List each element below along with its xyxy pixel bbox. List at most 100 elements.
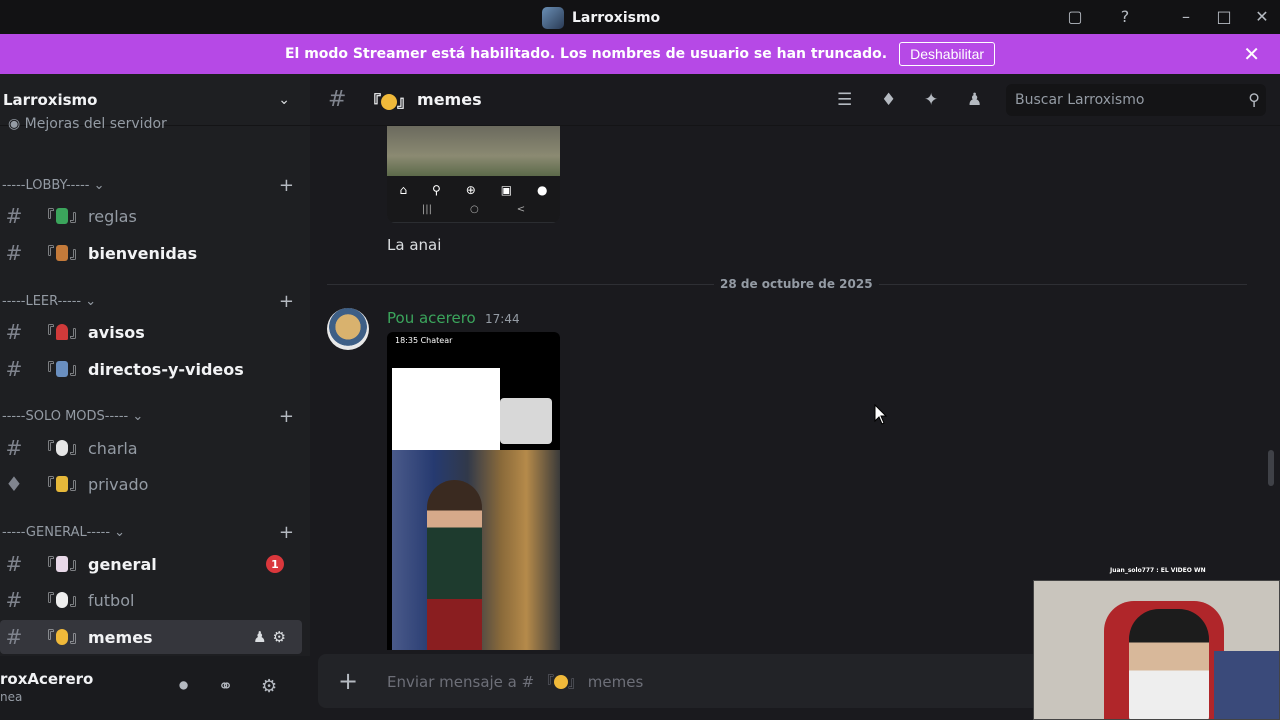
hash-icon: # xyxy=(5,625,23,649)
channel-label: charla xyxy=(88,438,138,458)
channel-label: general xyxy=(88,554,157,574)
chevron-down-icon: ⌄ xyxy=(114,524,126,540)
close-icon[interactable]: ✕ xyxy=(1243,42,1260,66)
close-window-icon[interactable]: ✕ xyxy=(1251,6,1273,28)
channel-title-text: memes xyxy=(417,90,482,109)
minimize-icon[interactable]: – xyxy=(1175,6,1197,28)
pin-icon[interactable]: ✦ xyxy=(924,90,938,110)
check-emoji-icon: 『』 xyxy=(40,208,84,225)
streamer-mode-banner: El modo Streamer está habilitado. Los no… xyxy=(0,34,1280,74)
search-placeholder: Buscar Larroxismo xyxy=(1015,92,1145,108)
add-channel-icon[interactable]: + xyxy=(279,522,294,543)
message-author[interactable]: Pou acerero xyxy=(387,309,476,327)
title-bar: Larroxismo ▢ ? – □ ✕ xyxy=(0,0,1280,34)
laugh-emoji-icon: 『』 xyxy=(40,629,84,646)
app-title: Larroxismo xyxy=(542,7,660,29)
disable-streamer-button[interactable]: Deshabilitar xyxy=(899,42,996,66)
streamer xyxy=(1129,609,1209,719)
video-attachment[interactable]: 18:35 Chatear xyxy=(387,332,560,650)
message-timestamp: 17:44 xyxy=(485,312,520,326)
back-icon: < xyxy=(516,204,526,215)
mention-badge: 1 xyxy=(266,555,284,573)
username[interactable]: roxAcerero xyxy=(0,670,93,688)
user-panel: roxAcerero nea ⚫ ⚭ ⚙ xyxy=(0,656,310,720)
chevron-down-icon: ⌄ xyxy=(85,293,97,309)
mail-emoji-icon: 『』 xyxy=(40,556,84,573)
channel-general[interactable]: # 『』 general 1 xyxy=(0,547,302,581)
video-status-bar: 18:35 Chatear xyxy=(395,336,453,345)
microphone-icon[interactable]: ⚫ xyxy=(176,676,191,697)
channel-directos-y-videos[interactable]: # 『』 directos-y-videos xyxy=(0,352,302,386)
channel-label: bienvenidas xyxy=(88,243,198,263)
siren-emoji-icon: 『』 xyxy=(40,324,84,341)
add-channel-icon[interactable]: + xyxy=(279,175,294,196)
channel-charla[interactable]: # 『』 charla xyxy=(0,431,302,465)
channel-bienvenidas[interactable]: # 『』 bienvenidas xyxy=(0,236,302,270)
channel-label: reglas xyxy=(88,206,137,226)
channel-header: # 『』 memes ☰ ♦ ✦ ♟ Buscar Larroxismo ⚲ xyxy=(310,74,1280,126)
server-avatar xyxy=(542,7,564,29)
banner-message: El modo Streamer está habilitado. Los no… xyxy=(284,46,888,62)
channel-label: avisos xyxy=(88,322,145,342)
channel-reglas[interactable]: # 『』 reglas xyxy=(0,199,302,233)
boost-label: Mejoras del servidor xyxy=(24,116,167,132)
composer-placeholder: Enviar mensaje a # 『』 memes xyxy=(387,672,644,691)
help-icon[interactable]: ? xyxy=(1114,6,1136,28)
threads-icon[interactable]: ☰ xyxy=(837,90,852,110)
search-icon: ⚲ xyxy=(1248,90,1260,109)
add-member-icon[interactable]: ♟ xyxy=(253,628,266,646)
category-leer[interactable]: -----LEER----- ⌄ + xyxy=(2,290,294,312)
speech-emoji-icon: 『』 xyxy=(40,440,84,457)
hash-icon: # xyxy=(5,588,23,612)
user-placeholder-icon xyxy=(500,398,552,444)
channel-label: privado xyxy=(88,474,149,494)
speaker-icon: ♦ xyxy=(5,472,23,496)
channel-label: directos-y-videos xyxy=(88,359,244,379)
channel-avisos[interactable]: # 『』 avisos xyxy=(0,315,302,349)
scrollbar[interactable] xyxy=(1268,450,1274,486)
bell-icon[interactable]: ♦ xyxy=(881,90,896,110)
search-input[interactable]: Buscar Larroxismo ⚲ xyxy=(1006,84,1266,116)
chevron-down-icon: ⌄ xyxy=(278,91,290,108)
android-nav-bar: ||| ○ < xyxy=(387,204,560,222)
image-attachment[interactable]: ⌂ ⚲ ⊕ ▣ ● ||| ○ < xyxy=(387,126,560,223)
recents-icon: ||| xyxy=(421,204,432,215)
video-blank-area xyxy=(392,368,500,450)
category-solo-mods[interactable]: -----SOLO MODS----- ⌄ + xyxy=(2,405,294,427)
channel-memes[interactable]: # 『』 memes ♟ ⚙ xyxy=(0,620,302,654)
headphones-icon[interactable]: ⚭ xyxy=(218,676,233,697)
add-channel-icon[interactable]: + xyxy=(279,406,294,427)
category-lobby[interactable]: -----LOBBY----- ⌄ + xyxy=(2,174,294,196)
inbox-icon[interactable]: ▢ xyxy=(1064,6,1086,28)
webcam-overlay xyxy=(1033,580,1280,720)
gear-icon[interactable]: ⚙ xyxy=(273,628,286,646)
lock-emoji-icon: 『』 xyxy=(40,476,84,493)
add-channel-icon[interactable]: + xyxy=(279,291,294,312)
hash-icon: # xyxy=(5,552,23,576)
members-icon[interactable]: ♟ xyxy=(967,90,982,110)
add-attachment-icon[interactable]: + xyxy=(338,667,358,695)
laugh-emoji-icon: 『』 xyxy=(365,91,414,111)
door-emoji-icon: 『』 xyxy=(40,245,84,262)
hash-icon: # xyxy=(5,204,23,228)
boost-icon: ◉ xyxy=(8,116,21,132)
date-divider: 28 de octubre de 2025 xyxy=(714,277,879,291)
category-label: -----SOLO MODS----- xyxy=(2,408,129,424)
gear-icon[interactable]: ⚙ xyxy=(261,676,277,697)
channel-title: 『』 memes xyxy=(365,88,482,112)
channel-futbol[interactable]: # 『』 futbol xyxy=(0,583,302,617)
maximize-icon[interactable]: □ xyxy=(1213,6,1235,28)
chevron-down-icon: ⌄ xyxy=(132,408,144,424)
channel-privado[interactable]: ♦ 『』 privado xyxy=(0,467,302,501)
avatar[interactable] xyxy=(327,308,369,350)
tv-emoji-icon: 『』 xyxy=(40,361,84,378)
add-icon: ⊕ xyxy=(465,183,476,197)
hash-icon: # xyxy=(5,320,23,344)
video-icon: ▣ xyxy=(500,183,513,197)
boost-link[interactable]: ◉ Mejoras del servidor xyxy=(8,116,167,132)
channel-sidebar: Larroxismo ⌄ ◉ Mejoras del servidor ----… xyxy=(0,74,310,720)
channel-label: memes xyxy=(88,627,153,647)
home-icon: ⌂ xyxy=(399,183,408,197)
category-general[interactable]: -----GENERAL----- ⌄ + xyxy=(2,521,294,543)
bed xyxy=(1214,651,1279,719)
